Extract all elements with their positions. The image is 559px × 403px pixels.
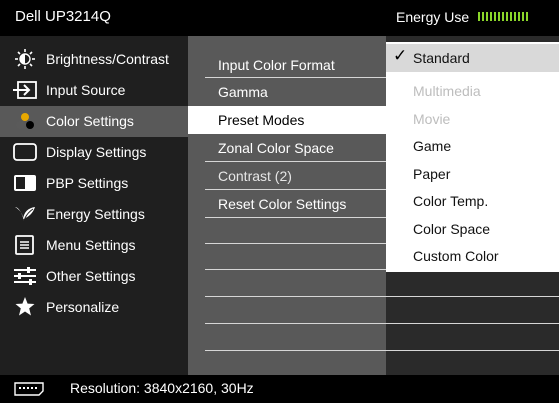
- brightness-icon: [12, 49, 38, 69]
- energy-segment: [478, 12, 480, 21]
- option-movie: Movie: [386, 105, 559, 133]
- submenu-item-label: Gamma: [218, 84, 268, 100]
- star-icon: [12, 297, 38, 317]
- option-standard[interactable]: ✓ Standard: [386, 44, 559, 72]
- option-label: Custom Color: [413, 248, 499, 264]
- other-settings-icon: [12, 266, 38, 286]
- energy-segment: [498, 12, 500, 21]
- divider: [205, 217, 386, 218]
- option-label: Game: [413, 138, 452, 154]
- option-label: Movie: [413, 111, 451, 127]
- energy-segment: [486, 12, 488, 21]
- energy-use-label: Energy Use: [396, 9, 470, 25]
- energy-icon: [12, 204, 38, 224]
- pbp-icon: [12, 173, 38, 193]
- submenu-item-reset-color-settings[interactable]: Reset Color Settings: [188, 190, 386, 218]
- checkmark-icon: ✓: [393, 46, 408, 65]
- energy-segment: [510, 12, 512, 21]
- divider: [205, 296, 559, 297]
- energy-segment: [494, 12, 496, 21]
- menu-item-display-settings[interactable]: Display Settings: [0, 137, 188, 168]
- energy-segment: [482, 12, 484, 21]
- color-settings-submenu: Input Color Format Gamma Preset Modes Zo…: [188, 36, 559, 375]
- energy-segment: [502, 12, 504, 21]
- menu-item-menu-settings[interactable]: Menu Settings: [0, 230, 188, 261]
- menu-item-label: Energy Settings: [46, 206, 145, 222]
- submenu-item-contrast[interactable]: Contrast (2): [188, 162, 386, 190]
- option-game[interactable]: Game: [386, 132, 559, 160]
- menu-item-label: Brightness/Contrast: [46, 51, 169, 67]
- submenu-item-label: Preset Modes: [218, 112, 305, 128]
- resolution-status: Resolution: 3840x2160, 30Hz: [70, 380, 254, 396]
- submenu-item-gamma[interactable]: Gamma: [188, 78, 386, 106]
- energy-segment: [526, 12, 528, 21]
- display-settings-icon: [12, 142, 38, 162]
- submenu-item-label: Input Color Format: [218, 57, 335, 73]
- option-multimedia: Multimedia: [386, 77, 559, 105]
- energy-segment: [506, 12, 508, 21]
- menu-item-label: Input Source: [46, 82, 126, 98]
- option-label: Standard: [413, 50, 470, 66]
- monitor-osd: Dell UP3214Q Energy Use Brightness/Contr…: [0, 0, 559, 403]
- divider: [205, 350, 559, 351]
- menu-item-label: Display Settings: [46, 144, 147, 160]
- menu-item-label: Personalize: [46, 299, 120, 315]
- submenu-item-preset-modes[interactable]: Preset Modes: [188, 106, 386, 134]
- option-custom-color[interactable]: Custom Color: [386, 242, 559, 270]
- menu-settings-icon: [12, 235, 38, 255]
- energy-segment: [490, 12, 492, 21]
- menu-item-input-source[interactable]: Input Source: [0, 75, 188, 106]
- menu-item-energy-settings[interactable]: Energy Settings: [0, 199, 188, 230]
- energy-segment: [522, 12, 524, 21]
- input-source-icon: [12, 80, 38, 100]
- option-label: Color Temp.: [413, 193, 489, 209]
- menu-item-personalize[interactable]: Personalize: [0, 292, 188, 323]
- divider: [205, 323, 559, 324]
- monitor-model: Dell UP3214Q: [15, 8, 111, 25]
- menu-item-brightness-contrast[interactable]: Brightness/Contrast: [0, 44, 188, 75]
- color-settings-icon: [12, 111, 38, 131]
- osd-footer: Resolution: 3840x2160, 30Hz: [0, 375, 559, 403]
- option-paper[interactable]: Paper: [386, 160, 559, 188]
- option-color-temp[interactable]: Color Temp.: [386, 187, 559, 215]
- energy-segment: [514, 12, 516, 21]
- option-label: Color Space: [413, 221, 491, 237]
- energy-use-meter: [478, 12, 528, 21]
- menu-item-label: Other Settings: [46, 268, 136, 284]
- submenu-item-label: Contrast (2): [218, 168, 292, 184]
- menu-item-label: Color Settings: [46, 113, 134, 129]
- divider: [205, 243, 386, 244]
- menu-item-label: PBP Settings: [46, 175, 129, 191]
- preset-modes-options: ✓ Standard Multimedia Movie Game Paper C…: [386, 42, 559, 272]
- energy-segment: [518, 12, 520, 21]
- submenu-item-input-color-format[interactable]: Input Color Format: [188, 51, 386, 79]
- submenu-item-label: Reset Color Settings: [218, 196, 347, 212]
- menu-item-pbp-settings[interactable]: PBP Settings: [0, 168, 188, 199]
- submenu-item-label: Zonal Color Space: [218, 140, 334, 156]
- option-color-space[interactable]: Color Space: [386, 215, 559, 243]
- osd-header: Dell UP3214Q Energy Use: [0, 0, 559, 36]
- menu-item-color-settings[interactable]: Color Settings: [0, 106, 188, 137]
- menu-item-other-settings[interactable]: Other Settings: [0, 261, 188, 292]
- option-label: Multimedia: [413, 83, 481, 99]
- option-label: Paper: [413, 166, 451, 182]
- menu-item-label: Menu Settings: [46, 237, 136, 253]
- main-menu: Brightness/Contrast Input Source Color S…: [0, 36, 188, 375]
- displayport-icon: [14, 382, 44, 396]
- submenu-item-zonal-color-space[interactable]: Zonal Color Space: [188, 134, 386, 162]
